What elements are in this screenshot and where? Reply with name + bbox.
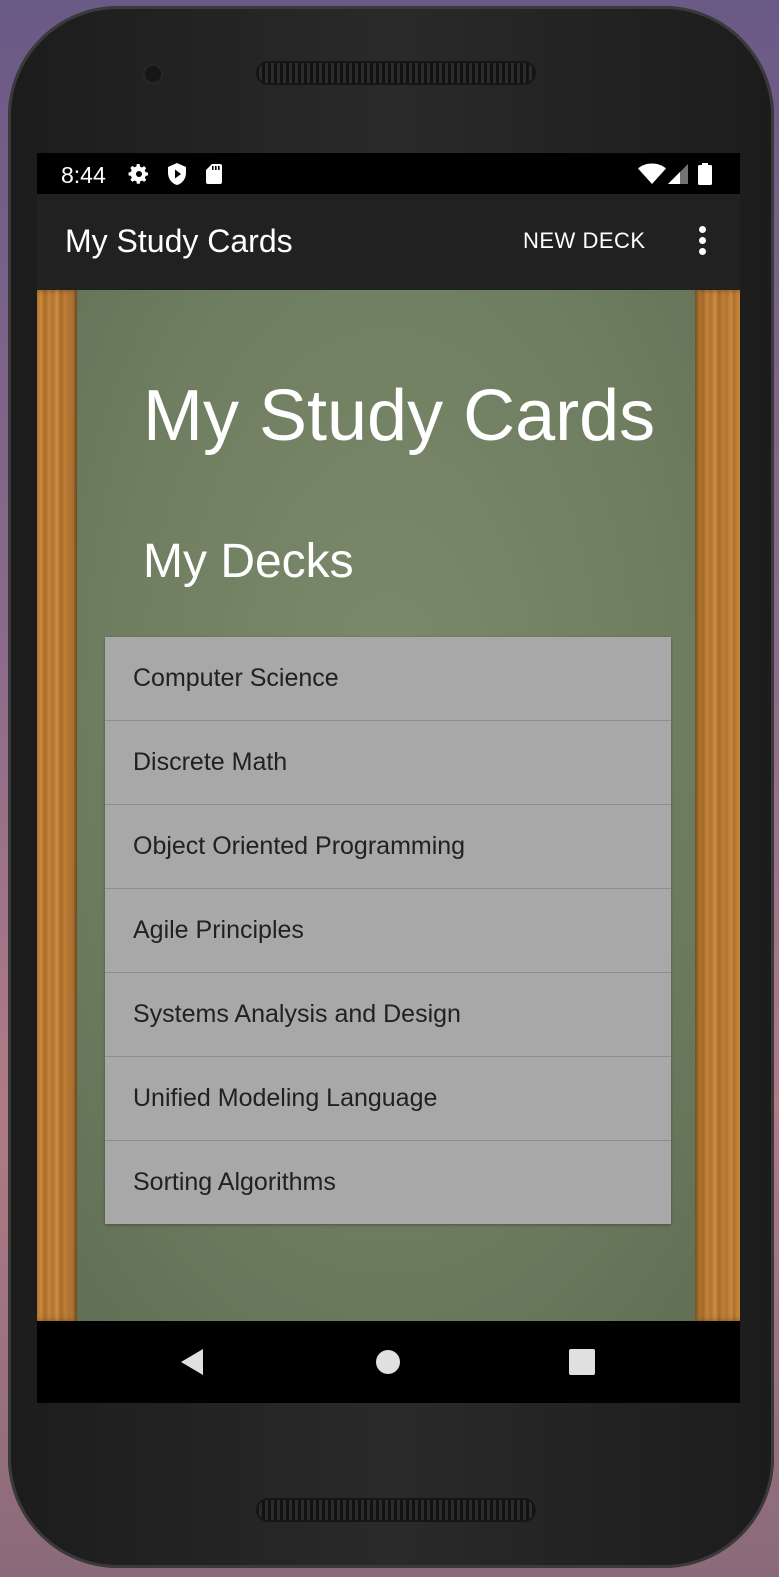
deck-item-agile-principles[interactable]: Agile Principles <box>105 889 671 973</box>
back-icon[interactable] <box>173 1342 213 1382</box>
deck-item-sorting-algorithms[interactable]: Sorting Algorithms <box>105 1141 671 1224</box>
sd-card-icon <box>206 164 222 184</box>
cell-signal-icon <box>668 164 688 184</box>
bottom-speaker <box>256 1498 536 1522</box>
shield-play-icon <box>168 163 186 185</box>
deck-item-object-oriented-programming[interactable]: Object Oriented Programming <box>105 805 671 889</box>
earpiece-speaker <box>256 61 536 85</box>
deck-item-unified-modeling-language[interactable]: Unified Modeling Language <box>105 1057 671 1141</box>
deck-item-systems-analysis-and-design[interactable]: Systems Analysis and Design <box>105 973 671 1057</box>
deck-item-computer-science[interactable]: Computer Science <box>105 637 671 721</box>
wifi-icon <box>638 163 666 184</box>
battery-icon <box>698 163 712 185</box>
app-bar: My Study Cards NEW DECK <box>37 194 740 290</box>
page-title: My Study Cards <box>143 376 656 456</box>
recents-icon[interactable] <box>562 1342 602 1382</box>
device-screen: 8:44 My Study Cards NEW DECK My Study Ca… <box>37 153 740 1403</box>
wood-frame-right <box>695 290 740 1321</box>
deck-list: Computer Science Discrete Math Object Or… <box>105 637 671 1224</box>
navigation-bar <box>37 1321 740 1403</box>
deck-item-discrete-math[interactable]: Discrete Math <box>105 721 671 805</box>
app-title: My Study Cards <box>65 223 293 259</box>
home-icon[interactable] <box>368 1342 408 1382</box>
status-time: 8:44 <box>61 162 106 188</box>
settings-icon <box>128 164 148 184</box>
more-vert-icon[interactable] <box>687 226 717 260</box>
section-title: My Decks <box>143 535 354 588</box>
new-deck-button[interactable]: NEW DECK <box>523 228 646 254</box>
front-camera <box>142 63 164 85</box>
status-bar: 8:44 <box>37 153 740 194</box>
wood-frame-left <box>37 290 77 1321</box>
chalkboard-background: My Study Cards My Decks Computer Science… <box>37 290 740 1321</box>
